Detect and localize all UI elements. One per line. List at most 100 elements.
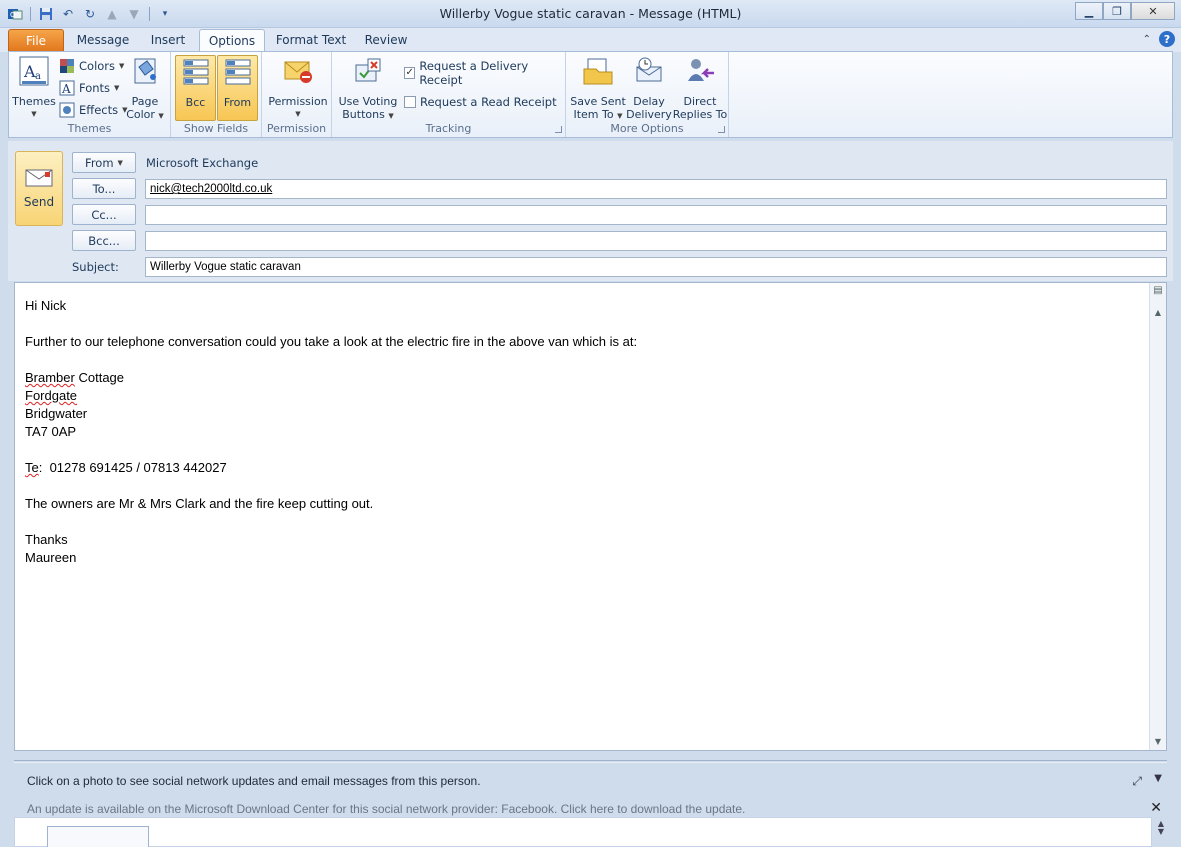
to-button[interactable]: To... [72, 178, 136, 199]
bcc-field-button[interactable]: Bcc... [72, 230, 136, 251]
closing-line: Thanks [25, 532, 68, 547]
checkbox-unchecked-icon[interactable] [404, 96, 416, 108]
request-delivery-receipt-checkbox[interactable]: ✓ Request a Delivery Receipt [404, 59, 565, 87]
group-label-show-fields: Show Fields [183, 122, 249, 135]
scroll-down-icon[interactable]: ▼ [1152, 736, 1164, 748]
checkbox-checked-icon[interactable]: ✓ [404, 67, 416, 79]
chevron-down-icon[interactable]: ▼ [1154, 773, 1162, 784]
group-more-options: Save Sent Item To ▼ Delay Delivery Direc… [566, 52, 729, 137]
bcc-label: Bcc [185, 96, 206, 109]
page-color-button[interactable]: Page Color ▼ [123, 55, 167, 123]
subject-field[interactable]: Willerby Vogue static caravan [145, 257, 1167, 277]
chevron-down-icon: ▼ [158, 112, 164, 120]
help-icon[interactable]: ? [1159, 31, 1175, 47]
ribbon-tabs: File Message Insert Options Format Text … [0, 28, 1181, 52]
bcc-button[interactable]: Bcc [175, 55, 216, 121]
cc-field[interactable] [145, 205, 1167, 225]
minimize-icon[interactable]: ▁ [1075, 2, 1103, 20]
telephone-line: Te: 01278 691425 / 07813 442027 [25, 459, 1145, 477]
person-photo[interactable] [47, 826, 149, 847]
spelling-error-word[interactable]: Bramber [25, 370, 75, 385]
people-scroll-icon[interactable]: ▲ ▼ [1158, 820, 1164, 836]
direct-label-line2: Replies To [672, 108, 728, 121]
effects-button[interactable]: Effects ▼ [59, 100, 127, 120]
dialog-launcher-icon[interactable] [555, 126, 562, 133]
fonts-button[interactable]: A Fonts ▼ [59, 78, 119, 98]
voting-label-line1: Use Voting [338, 95, 398, 108]
voting-label-line2: Buttons ▼ [336, 108, 400, 123]
chevron-down-icon: ▼ [295, 110, 301, 118]
tab-format-text[interactable]: Format Text [271, 29, 351, 52]
save-sent-label-line1: Save Sent [570, 95, 626, 108]
delay-delivery-icon [636, 57, 662, 82]
message-body[interactable]: Hi Nick Further to our telephone convers… [25, 297, 1145, 567]
address-line-4: TA7 0AP [25, 424, 77, 439]
svg-text:A: A [61, 82, 71, 96]
bcc-field[interactable] [145, 231, 1167, 251]
update-notice-link[interactable]: An update is available on the Microsoft … [27, 802, 745, 816]
message-body-editor[interactable]: Hi Nick Further to our telephone convers… [14, 282, 1167, 751]
colors-label: Colors [79, 59, 116, 73]
request-read-receipt-checkbox[interactable]: Request a Read Receipt [404, 92, 557, 112]
permission-button[interactable]: Permission ▼ [266, 55, 330, 121]
chevron-down-icon: ▼ [114, 84, 120, 92]
tab-review[interactable]: Review [359, 29, 413, 52]
voting-label-text: Buttons [342, 108, 385, 121]
people-pane-info: Click on a photo to see social network u… [27, 774, 481, 788]
signature-line: Maureen [25, 550, 77, 565]
ruler-toggle-icon[interactable]: ▤ [1152, 285, 1164, 297]
vertical-scrollbar[interactable]: ▤ ▲ ▼ [1149, 283, 1166, 750]
send-button[interactable]: Send [15, 151, 63, 226]
minimize-ribbon-icon[interactable]: ⌃ [1143, 34, 1151, 45]
read-receipt-label: Request a Read Receipt [420, 95, 557, 109]
paint-bucket-icon [134, 58, 156, 84]
group-tracking: Use Voting Buttons ▼ ✓ Request a Deliver… [332, 52, 566, 137]
svg-text:a: a [35, 71, 41, 82]
tab-message[interactable]: Message [70, 29, 136, 52]
from-field-button[interactable]: From [217, 55, 258, 121]
fonts-label: Fonts [79, 81, 111, 95]
colors-button[interactable]: Colors ▼ [59, 56, 124, 76]
group-show-fields: Bcc From Show Fields [171, 52, 262, 137]
direct-replies-to-button[interactable]: Direct Replies To [672, 55, 728, 121]
close-icon[interactable]: ✕ [1150, 800, 1162, 816]
tab-file[interactable]: File [8, 29, 64, 52]
window-controls: ▁ ❐ ✕ [1075, 2, 1175, 20]
themes-button[interactable]: Aa Themes ▼ [12, 55, 56, 121]
to-field[interactable]: nick@tech2000ltd.co.uk [145, 179, 1167, 199]
spelling-error-word[interactable]: Fordgate [25, 388, 77, 403]
expand-icon[interactable]: ⤢ [1132, 774, 1142, 789]
group-label-themes: Themes [67, 122, 112, 135]
telephone-numbers: : 01278 691425 / 07813 442027 [38, 460, 227, 475]
recipient-address[interactable]: nick@tech2000ltd.co.uk [150, 183, 272, 195]
restore-icon[interactable]: ❐ [1103, 2, 1131, 20]
group-permission: Permission ▼ Permission [262, 52, 332, 137]
cc-button[interactable]: Cc... [72, 204, 136, 225]
people-pane: Click on a photo to see social network u… [14, 760, 1167, 847]
scroll-up-icon[interactable]: ▲ [1152, 307, 1164, 319]
save-sent-item-button[interactable]: Save Sent Item To ▼ [570, 55, 626, 123]
use-voting-buttons-button[interactable]: Use Voting Buttons ▼ [336, 55, 400, 123]
address-line-2: Fordgate [25, 387, 1145, 405]
pane-splitter[interactable] [14, 760, 1167, 763]
spelling-error-word[interactable]: Te [25, 460, 39, 475]
dialog-launcher-icon[interactable] [718, 126, 725, 133]
save-sent-label-text: Item To [573, 108, 614, 121]
tab-insert[interactable]: Insert [142, 29, 194, 52]
body-greeting: Hi Nick [25, 298, 67, 313]
send-label: Send [23, 195, 55, 209]
from-button[interactable]: From ▼ [72, 152, 136, 173]
close-window-icon[interactable]: ✕ [1131, 2, 1175, 20]
page-color-label-line1: Page [131, 95, 159, 108]
owners-line: The owners are Mr & Mrs Clark and the fi… [25, 496, 374, 511]
delay-delivery-button[interactable]: Delay Delivery [626, 55, 672, 121]
direct-label-line1: Direct [683, 95, 717, 108]
delay-label-line1: Delay [633, 95, 665, 108]
fonts-icon: A [59, 80, 75, 96]
voting-icon [355, 58, 381, 82]
effects-label: Effects [79, 103, 119, 117]
tab-options[interactable]: Options [199, 29, 265, 52]
from-button-label: From [85, 155, 114, 170]
